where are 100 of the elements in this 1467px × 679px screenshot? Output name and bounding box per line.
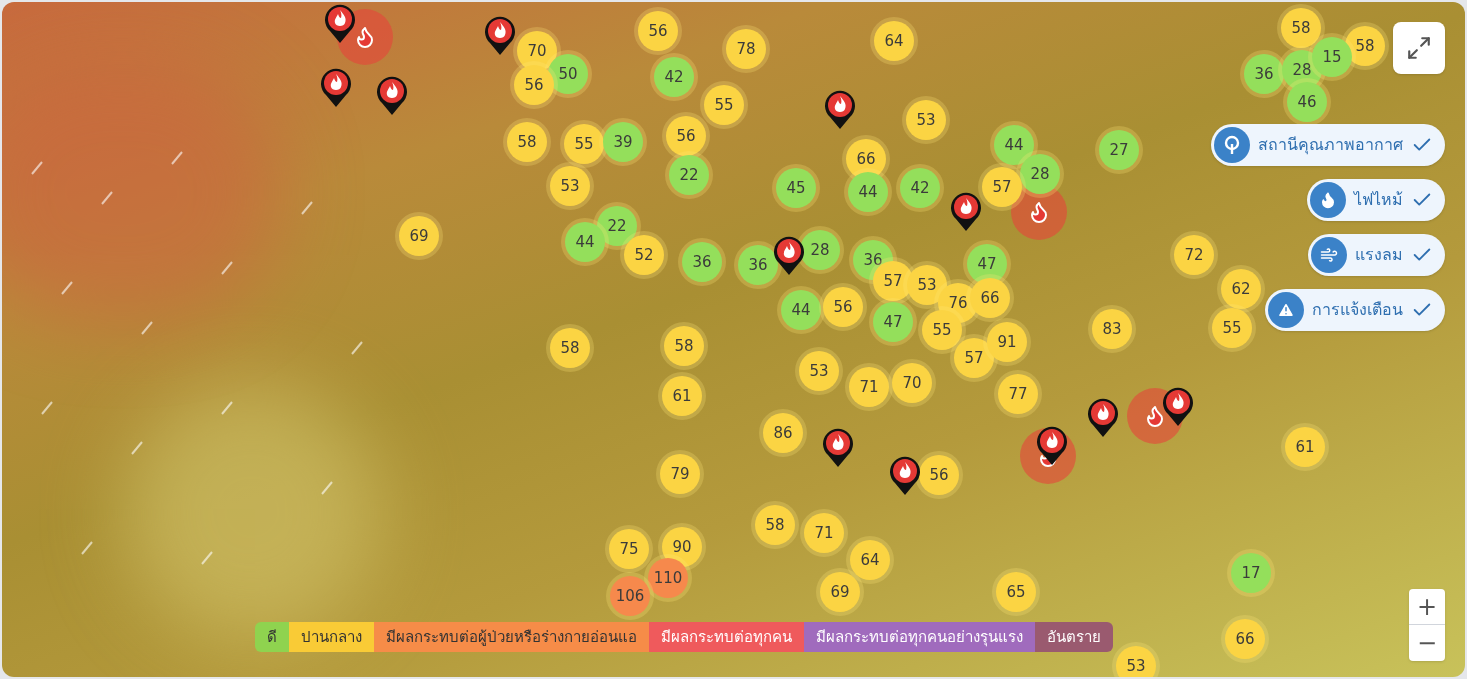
aqi-marker[interactable]: 53 (906, 100, 946, 140)
fullscreen-button[interactable] (1393, 22, 1445, 74)
warning-icon (1277, 301, 1295, 319)
layer-label: สถานีคุณภาพอากาศ (1258, 134, 1403, 157)
wind-streak (321, 481, 333, 495)
aqi-marker[interactable]: 44 (994, 125, 1034, 165)
layer-label: การแจ้งเตือน (1312, 299, 1403, 321)
aqi-marker[interactable]: 17 (1231, 553, 1271, 593)
aqi-marker[interactable]: 62 (1221, 269, 1261, 309)
legend-item: มีผลกระทบต่อผู้ป่วยหรือร่างกายอ่อนแอ (374, 622, 649, 652)
aqi-marker[interactable]: 56 (514, 65, 554, 105)
aqi-marker[interactable]: 75 (609, 529, 649, 569)
wind-icon (1320, 246, 1338, 264)
wind-streak (61, 281, 73, 295)
aqi-marker[interactable]: 42 (900, 168, 940, 208)
aqi-marker[interactable]: 55 (704, 85, 744, 125)
legend-item: มีผลกระทบต่อทุกคน (649, 622, 804, 652)
aqi-marker[interactable]: 79 (660, 454, 700, 494)
aqi-marker[interactable]: 46 (1287, 82, 1327, 122)
wind-streak (31, 161, 43, 175)
aqi-marker[interactable]: 71 (804, 513, 844, 553)
aqi-marker[interactable]: 65 (996, 572, 1036, 612)
flame-icon (1319, 191, 1337, 209)
aqi-marker[interactable]: 64 (850, 540, 890, 580)
wind-streak (101, 191, 113, 205)
aqi-marker[interactable]: 44 (565, 222, 605, 262)
aqi-marker[interactable]: 61 (1285, 427, 1325, 467)
aqi-marker[interactable]: 66 (1225, 619, 1265, 659)
aqi-marker[interactable]: 53 (799, 351, 839, 391)
aqi-marker[interactable]: 56 (919, 455, 959, 495)
aqi-marker[interactable]: 42 (654, 57, 694, 97)
aqi-marker[interactable]: 58 (507, 122, 547, 162)
aqi-marker[interactable]: 83 (1092, 309, 1132, 349)
aqi-marker[interactable]: 56 (823, 287, 863, 327)
aqi-marker[interactable]: 28 (800, 230, 840, 270)
aqi-marker[interactable]: 110 (648, 558, 688, 598)
aqi-marker[interactable]: 55 (922, 310, 962, 350)
aqi-marker[interactable]: 56 (666, 116, 706, 156)
aqi-marker[interactable]: 72 (1174, 235, 1214, 275)
aqi-marker[interactable]: 57 (982, 167, 1022, 207)
aqi-marker[interactable]: 36 (1244, 54, 1284, 94)
aqi-marker[interactable]: 28 (1020, 154, 1060, 194)
legend-item: ปานกลาง (289, 622, 374, 652)
aqi-marker[interactable]: 45 (776, 168, 816, 208)
aqi-marker[interactable]: 64 (874, 21, 914, 61)
aqi-marker[interactable]: 53 (550, 166, 590, 206)
aqi-marker[interactable]: 22 (669, 155, 709, 195)
aqi-marker[interactable]: 27 (1099, 130, 1139, 170)
map-tile[interactable] (2, 2, 1465, 677)
wind-streak (171, 151, 183, 165)
expand-icon (1406, 35, 1432, 61)
legend-item: ดี (255, 622, 289, 652)
signal-tower-icon (1223, 135, 1241, 155)
aqi-marker[interactable]: 106 (610, 576, 650, 616)
aqi-marker[interactable]: 69 (399, 216, 439, 256)
aqi-marker[interactable]: 70 (892, 363, 932, 403)
aqi-marker[interactable]: 56 (638, 11, 678, 51)
layer-label: ไฟไหม้ (1354, 189, 1403, 211)
fire-pin-icon[interactable] (322, 2, 358, 44)
aqi-marker[interactable]: 36 (682, 242, 722, 282)
wind-streak (221, 401, 233, 415)
aqi-marker[interactable]: 58 (664, 326, 704, 366)
layer-toggle[interactable]: สถานีคุณภาพอากาศ (1211, 124, 1445, 166)
wind-streak (351, 341, 363, 355)
aqi-marker[interactable]: 47 (873, 302, 913, 342)
wind-streak (41, 401, 53, 415)
zoom-out-button[interactable]: − (1409, 625, 1445, 661)
aqi-marker[interactable]: 44 (781, 290, 821, 330)
wind-streak (131, 441, 143, 455)
aqi-marker[interactable]: 69 (820, 572, 860, 612)
aqi-marker[interactable]: 86 (763, 413, 803, 453)
aqi-marker[interactable]: 44 (848, 172, 888, 212)
aqi-marker[interactable]: 55 (1212, 308, 1252, 348)
aqi-marker[interactable]: 66 (970, 278, 1010, 318)
aqi-marker[interactable]: 78 (726, 29, 766, 69)
layer-toggle[interactable]: แรงลม (1308, 234, 1445, 276)
wind-streak (201, 551, 213, 565)
aqi-marker[interactable]: 58 (1281, 8, 1321, 48)
wind-streak (301, 201, 313, 215)
aqi-marker[interactable]: 71 (849, 367, 889, 407)
wind-streak (141, 321, 153, 335)
aqi-marker[interactable]: 53 (1116, 646, 1156, 677)
aqi-marker[interactable]: 91 (987, 322, 1027, 362)
aqi-marker[interactable]: 61 (662, 376, 702, 416)
aqi-marker[interactable]: 77 (998, 374, 1038, 414)
aqi-marker[interactable]: 58 (755, 505, 795, 545)
aqi-marker[interactable]: 58 (550, 328, 590, 368)
legend-item: อันตราย (1035, 622, 1113, 652)
layer-label: แรงลม (1355, 244, 1403, 266)
wind-streak (221, 261, 233, 275)
layer-toggle[interactable]: ไฟไหม้ (1307, 179, 1445, 221)
aqi-marker[interactable]: 39 (603, 122, 643, 162)
zoom-in-button[interactable]: + (1409, 589, 1445, 625)
aqi-marker[interactable]: 52 (624, 235, 664, 275)
aqi-marker[interactable]: 15 (1312, 37, 1352, 77)
layer-toggle[interactable]: การแจ้งเตือน (1265, 289, 1445, 331)
legend-item: มีผลกระทบต่อทุกคนอย่างรุนแรง (804, 622, 1035, 652)
wind-streak (81, 541, 93, 555)
aqi-marker[interactable]: 36 (738, 245, 778, 285)
aqi-marker[interactable]: 55 (564, 124, 604, 164)
